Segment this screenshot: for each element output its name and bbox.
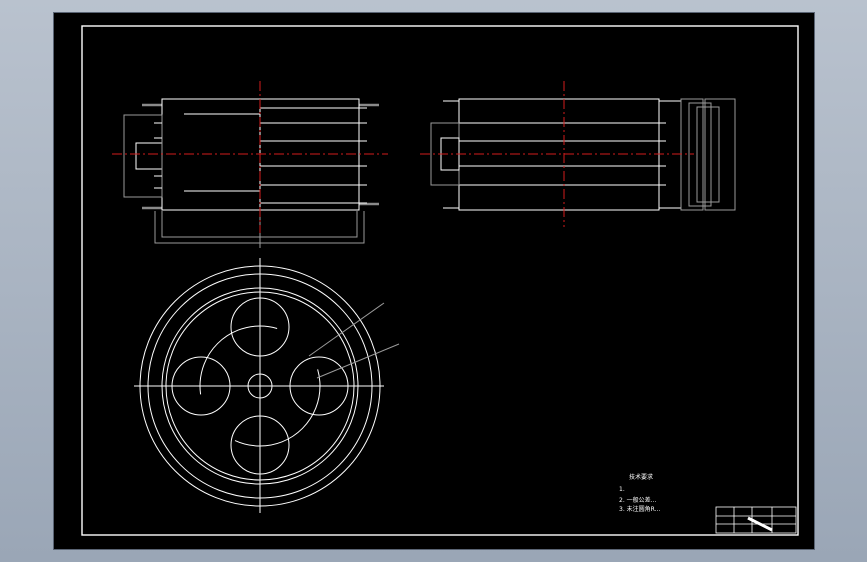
side-view: [420, 81, 736, 227]
notes-line-1: 1.: [619, 486, 625, 493]
notes-line-3: 3. 未注圆角R...: [619, 505, 660, 513]
notes-line-2: 2. 一般公差...: [619, 496, 656, 504]
technical-notes: 技术要求 1. 2. 一般公差... 3. 未注圆角R...: [619, 473, 660, 513]
drawing-sheet[interactable]: 技术要求 1. 2. 一般公差... 3. 未注圆角R...: [54, 13, 814, 549]
title-block: [715, 506, 797, 534]
cad-drawing: 技术要求 1. 2. 一般公差... 3. 未注圆角R...: [81, 25, 799, 536]
front-view: [112, 81, 388, 248]
border-frame: [81, 25, 799, 536]
notes-heading: 技术要求: [629, 473, 653, 481]
top-view: [134, 258, 400, 513]
